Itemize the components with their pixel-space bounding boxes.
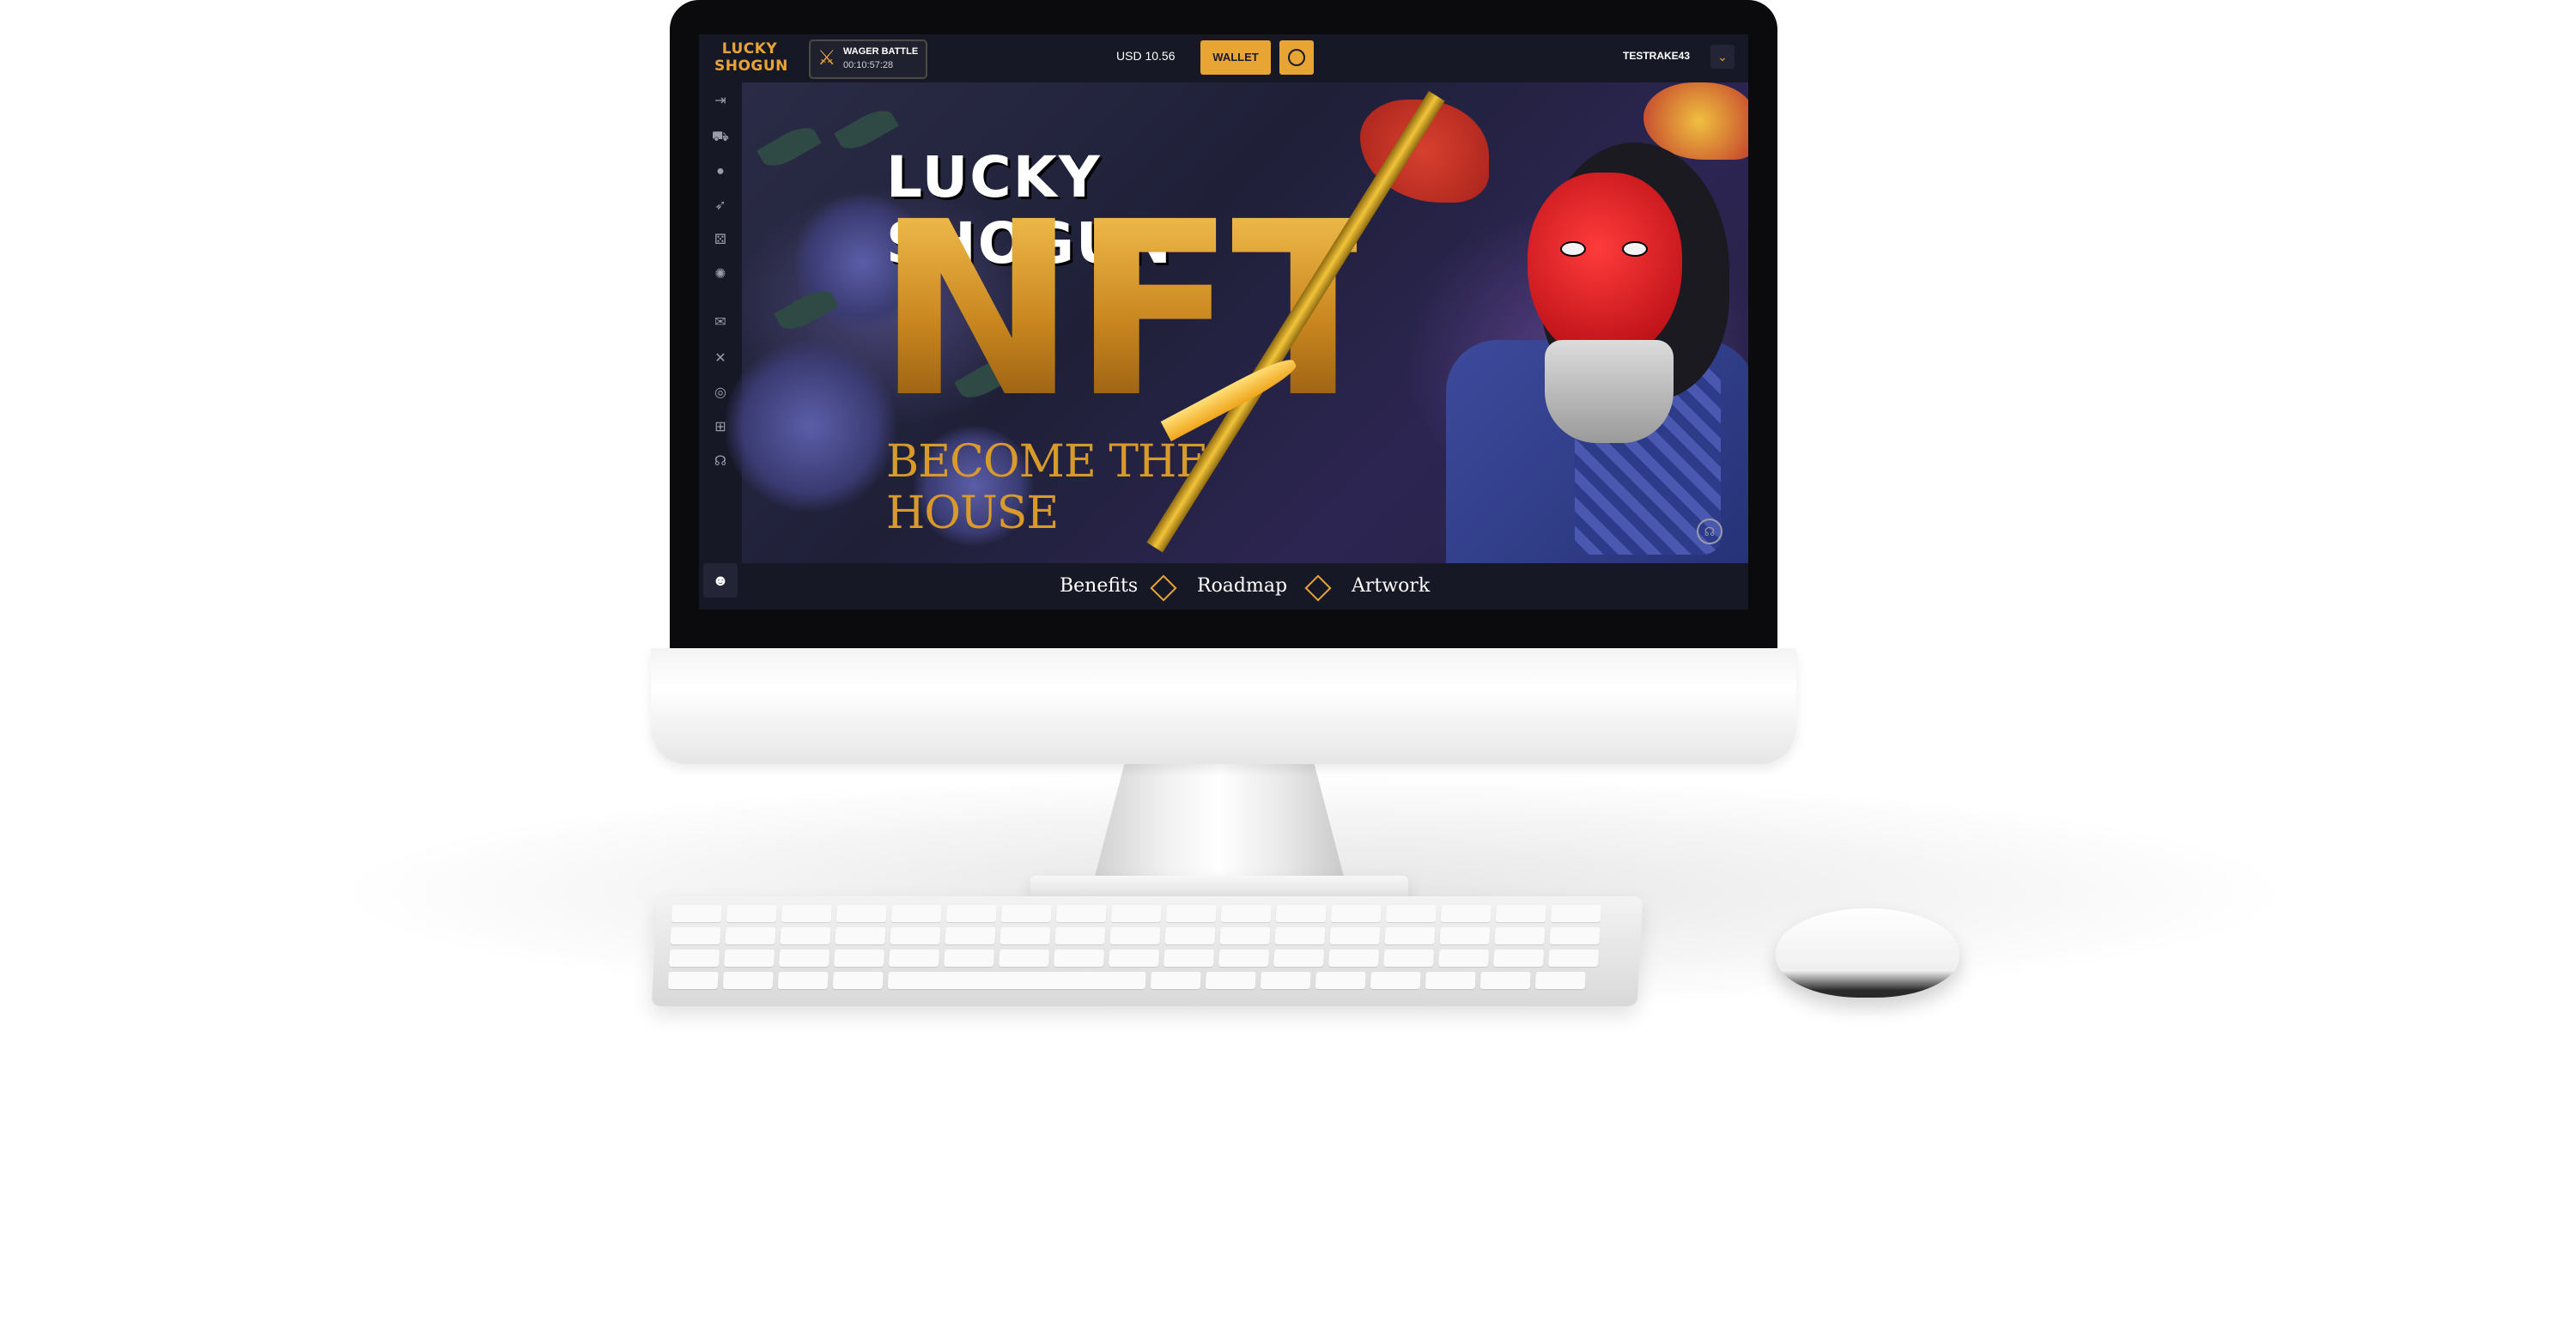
headset-icon[interactable]: ☊ <box>710 452 731 472</box>
cart-icon[interactable]: ⛟ <box>710 127 731 148</box>
hero-subtitle: BECOME THE HOUSE <box>886 436 1208 539</box>
crossed-swords-icon: ⚔ <box>817 46 836 70</box>
oni-mask <box>1528 173 1682 361</box>
rocket-icon[interactable]: ➶ <box>710 196 731 216</box>
hero-headline: NFT <box>876 171 1395 451</box>
balance-display: USD 10.56 <box>1116 49 1176 63</box>
key-row <box>671 905 1601 922</box>
monitor-stand <box>1091 756 1348 893</box>
key-row <box>667 972 1586 989</box>
key-row <box>669 950 1600 967</box>
nav-artwork[interactable]: Artwork <box>1352 575 1430 597</box>
hero-banner: LUCKY SHOGUN NFT BECOME THE HOUSE <box>725 82 1748 572</box>
gift-icon[interactable]: ✉ <box>710 313 731 333</box>
support-icon[interactable]: ☊ <box>1697 519 1722 544</box>
dice-icon[interactable]: ⚄ <box>710 230 731 251</box>
screen: LUCKY SHOGUN ⚔ WAGER BATTLE 00:10:57:28 … <box>699 34 1748 610</box>
monitor: LUCKY SHOGUN ⚔ WAGER BATTLE 00:10:57:28 … <box>651 0 1796 764</box>
user-icon[interactable]: ● <box>710 161 731 182</box>
nav-roadmap[interactable]: Roadmap <box>1197 575 1287 597</box>
diamond-separator-icon <box>1304 574 1332 602</box>
wager-battle-timer: 00:10:57:28 <box>843 60 894 70</box>
mask-eye <box>1622 241 1648 257</box>
site-logo[interactable]: LUCKY SHOGUN <box>714 40 787 75</box>
discord-icon[interactable]: ☻ <box>703 563 738 598</box>
collapse-icon[interactable]: ⇥ <box>710 91 731 112</box>
nav-benefits[interactable]: Benefits <box>1060 575 1138 597</box>
key-row <box>670 927 1601 944</box>
sidebar: ⇥ ⛟ ● ➶ ⚄ ✺ ✉ ✕ ◎ ⊞ ☊ ☻ <box>699 82 743 610</box>
samurai-beard <box>1545 340 1674 443</box>
mouse <box>1776 908 1959 998</box>
currency-button[interactable] <box>1279 40 1314 75</box>
chevron-down-icon[interactable]: ⌄ <box>1710 45 1735 69</box>
roulette-icon[interactable]: ✺ <box>710 264 731 285</box>
coin-icon <box>1288 49 1305 66</box>
keyboard <box>651 896 1643 1006</box>
wager-battle-button[interactable]: ⚔ WAGER BATTLE 00:10:57:28 <box>809 39 927 79</box>
crossed-swords-icon[interactable]: ✕ <box>710 349 731 369</box>
monitor-chin <box>651 648 1796 764</box>
samurai-artwork <box>1146 82 1748 572</box>
wallet-button[interactable]: WALLET <box>1200 40 1271 75</box>
wager-battle-title: WAGER BATTLE <box>843 46 919 57</box>
mask-eye <box>1560 241 1586 257</box>
username-label[interactable]: TESTRAKE43 <box>1623 50 1690 62</box>
peony-decoration <box>725 340 896 512</box>
leaf-decoration <box>756 120 822 173</box>
section-nav: Benefits Roadmap Artwork <box>742 563 1748 610</box>
diamond-separator-icon <box>1150 574 1177 602</box>
top-bar: LUCKY SHOGUN ⚔ WAGER BATTLE 00:10:57:28 … <box>699 34 1748 83</box>
